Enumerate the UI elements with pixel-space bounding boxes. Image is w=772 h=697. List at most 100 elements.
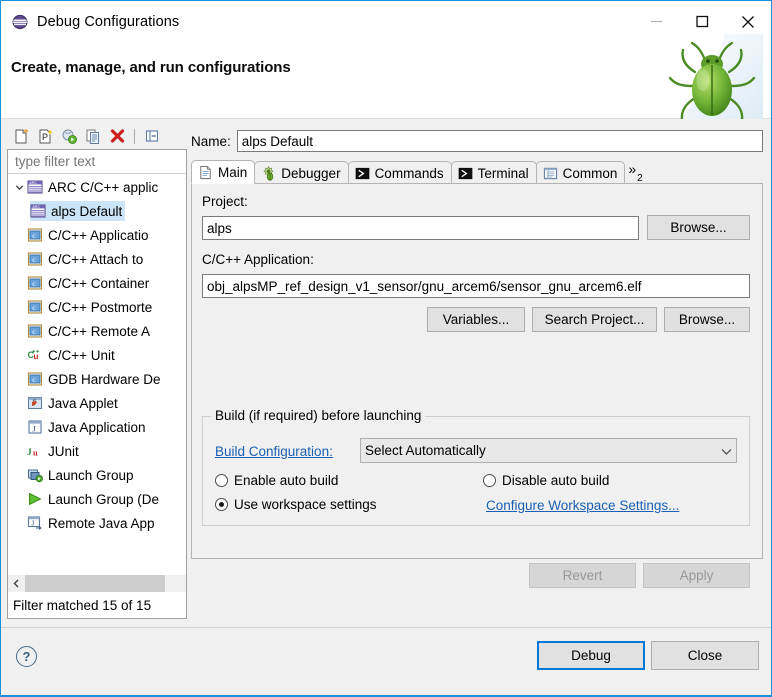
console-icon (355, 166, 371, 181)
tree-item-label: C/C++ Remote A (48, 323, 151, 339)
c-app-icon: c (27, 371, 44, 387)
tree-item[interactable]: Ju JUnit (8, 439, 186, 463)
tree-item[interactable]: ARC alps Default (8, 199, 186, 223)
tree-item[interactable]: Java Applet (8, 391, 186, 415)
tree-item-label: C/C++ Attach to (48, 251, 144, 267)
tree-item[interactable]: Launch Group (De (8, 487, 186, 511)
tree-item-label: Remote Java App (48, 515, 155, 531)
collapse-all-icon[interactable] (141, 125, 163, 147)
radio-indicator (483, 474, 496, 487)
tree-item[interactable]: J Java Application (8, 415, 186, 439)
tab-label: Terminal (477, 165, 529, 181)
tree-item-content: Java Applet (27, 393, 121, 413)
tree-item-label: JUnit (48, 443, 79, 459)
build-configuration-link[interactable]: Build Configuration: (215, 444, 333, 459)
tree-item-label: C/C++ Postmorte (48, 299, 153, 315)
tree-horizontal-scrollbar[interactable] (8, 575, 186, 592)
disable-auto-build-radio[interactable]: Disable auto build (483, 473, 609, 488)
configuration-type-tree[interactable]: ARC ARC C/C++ applic ARC alps Default c C/C++… (8, 175, 186, 571)
build-group-title: Build (if required) before launching (211, 408, 426, 423)
tree-item-label: Java Application (48, 419, 146, 435)
filter-status-label: Filter matched 15 of 15 (8, 593, 186, 618)
filter-input[interactable] (8, 150, 186, 174)
launch-group-icon (27, 467, 44, 483)
tree-item-label: alps Default (51, 203, 123, 219)
tree-item-content: c C/C++ Remote A (27, 321, 153, 341)
tab-main[interactable]: Main (191, 160, 256, 184)
tree-item-label: Launch Group (48, 467, 134, 483)
revert-button[interactable]: Revert (529, 563, 636, 588)
close-dialog-button[interactable]: Close (651, 641, 759, 670)
configuration-tabs[interactable]: Main Debugger Commands Terminal Common » 2 (191, 160, 763, 184)
debug-configurations-dialog: Debug Configurations Create, manage, and… (0, 0, 772, 697)
application-browse-button[interactable]: Browse... (664, 307, 750, 332)
green-bug-icon (653, 34, 763, 130)
search-project-button[interactable]: Search Project... (532, 307, 657, 332)
help-icon[interactable]: ? (16, 646, 37, 667)
tab-terminal[interactable]: Terminal (450, 161, 537, 184)
toolbar-separator (134, 128, 135, 144)
project-label: Project: (202, 194, 248, 209)
c-app-icon: c (27, 323, 44, 339)
export-launch-configuration-icon[interactable] (58, 125, 80, 147)
cunit-icon: Cu (27, 347, 44, 363)
tab-common[interactable]: Common (535, 161, 626, 184)
use-workspace-settings-radio[interactable]: Use workspace settings (215, 497, 377, 512)
build-configuration-select[interactable]: Select Automatically (360, 438, 737, 463)
application-input[interactable] (202, 274, 750, 298)
tree-item[interactable]: c C/C++ Attach to (8, 247, 186, 271)
project-input[interactable] (202, 216, 639, 240)
chevron-down-icon[interactable] (11, 183, 27, 192)
tree-item[interactable]: ARC ARC C/C++ applic (8, 175, 186, 199)
tree-item-content: ARC alps Default (30, 201, 126, 221)
apply-button[interactable]: Apply (643, 563, 750, 588)
tree-item-content: c C/C++ Container (27, 273, 152, 293)
tree-item-label: C/C++ Unit (48, 347, 115, 363)
tree-item[interactable]: Launch Group (8, 463, 186, 487)
project-browse-button[interactable]: Browse... (647, 215, 750, 240)
document-icon (198, 165, 214, 180)
svg-text:u: u (34, 352, 39, 361)
configure-workspace-settings-link[interactable]: Configure Workspace Settings... (486, 498, 679, 513)
new-prototype-icon[interactable]: P (34, 125, 56, 147)
configurations-tree-panel: P type filter text ARC ARC C/C++ applic … (7, 123, 187, 619)
bug-gear-icon (261, 165, 277, 181)
duplicate-icon[interactable] (82, 125, 104, 147)
main-tab-panel: Project: Browse... C/C++ Application: Va… (191, 183, 763, 559)
tree-item[interactable]: c C/C++ Container (8, 271, 186, 295)
application-label: C/C++ Application: (202, 252, 314, 267)
tab-overflow-button[interactable]: » 2 (624, 161, 646, 184)
radio-indicator (215, 498, 228, 511)
name-input[interactable] (236, 130, 763, 152)
enable-auto-build-radio[interactable]: Enable auto build (215, 473, 338, 488)
tree-item[interactable]: J Remote Java App (8, 511, 186, 535)
window-title: Debug Configurations (37, 13, 180, 30)
disable-auto-build-label: Disable auto build (502, 473, 610, 488)
revert-apply-row: Revert Apply (191, 563, 763, 591)
scroll-left-icon[interactable] (8, 575, 25, 592)
tree-item[interactable]: c GDB Hardware De (8, 367, 186, 391)
tab-label: Debugger (281, 165, 341, 181)
tree-item[interactable]: c C/C++ Applicatio (8, 223, 186, 247)
java-applet-icon (27, 395, 44, 411)
tab-commands[interactable]: Commands (347, 161, 452, 184)
tree-item-label: GDB Hardware De (48, 371, 161, 387)
new-launch-configuration-icon[interactable] (10, 125, 32, 147)
tree-item[interactable]: c C/C++ Postmorte (8, 295, 186, 319)
tree-item-content: c C/C++ Attach to (27, 249, 146, 269)
tab-debugger[interactable]: Debugger (254, 161, 349, 184)
tree-item[interactable]: c C/C++ Remote A (8, 319, 186, 343)
scrollbar-thumb[interactable] (25, 575, 165, 592)
tree-item-content: ARC ARC C/C++ applic (27, 177, 161, 197)
variables-button[interactable]: Variables... (427, 307, 525, 332)
c-app-icon: c (27, 227, 44, 243)
common-icon (543, 166, 559, 181)
delete-icon[interactable] (106, 125, 128, 147)
tree-item[interactable]: Cu C/C++ Unit (8, 343, 186, 367)
build-group: Build (if required) before launching Bui… (202, 408, 750, 526)
tree-item-content: Ju JUnit (27, 441, 82, 461)
tab-label: Main (218, 164, 248, 180)
use-workspace-settings-label: Use workspace settings (234, 497, 377, 512)
debug-button[interactable]: Debug (537, 641, 645, 670)
arc-icon: ARC (30, 203, 47, 219)
